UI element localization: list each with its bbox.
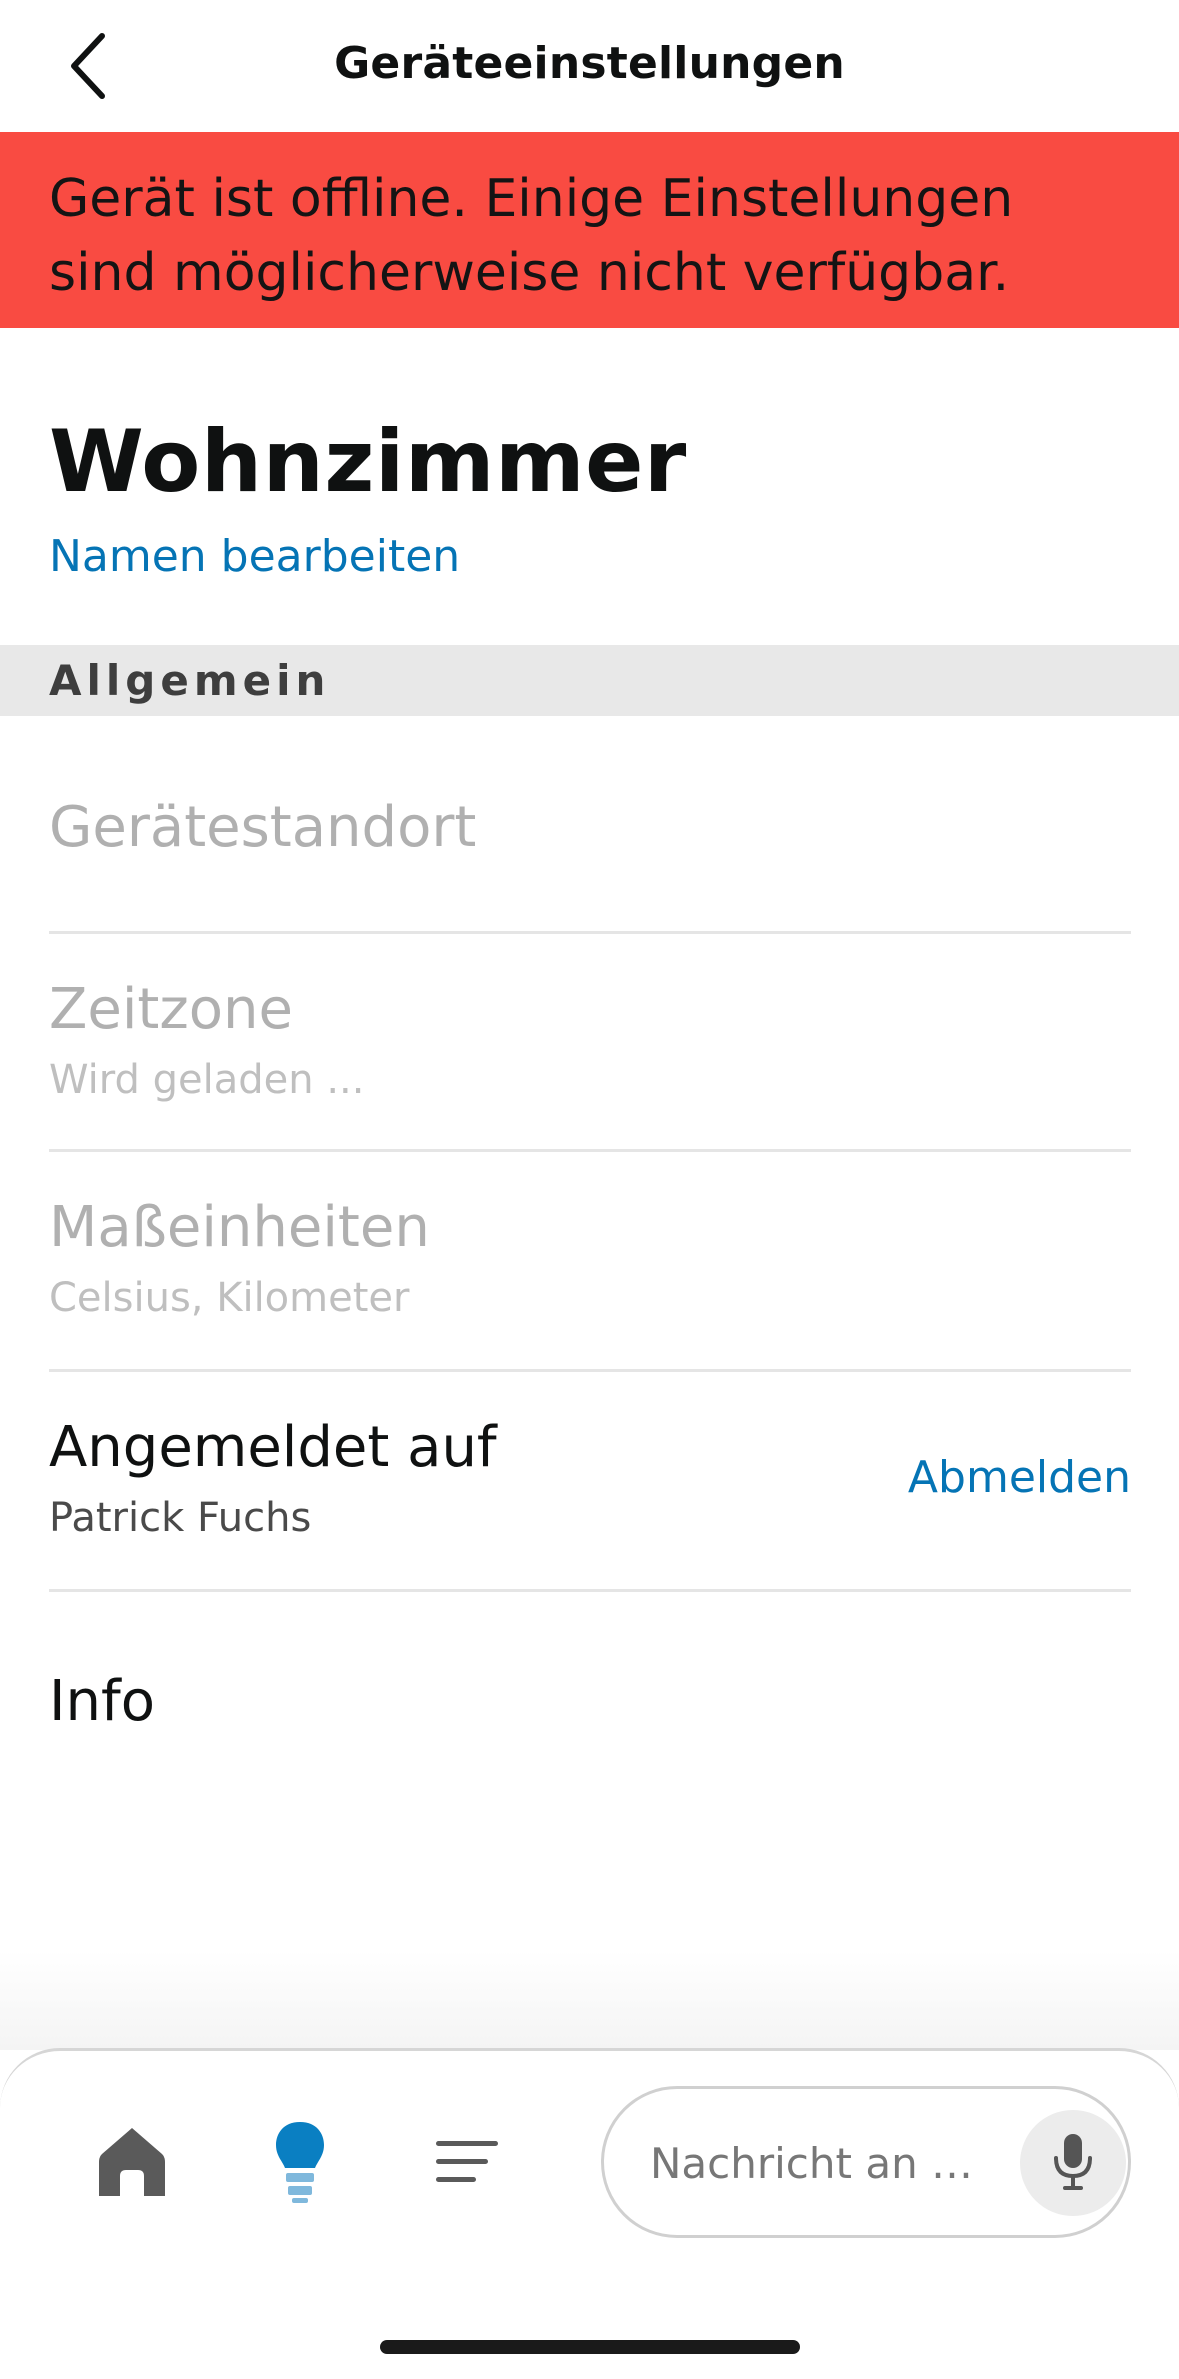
offline-banner: Gerät ist offline. Einige Einstellungen …: [0, 132, 1179, 328]
microphone-button[interactable]: [1020, 2110, 1126, 2216]
device-name: Wohnzimmer: [49, 412, 687, 512]
setting-row-signed-in: Angemeldet auf Patrick Fuchs Abmelden: [49, 1372, 1131, 1592]
setting-row-device-location[interactable]: Gerätestandort: [49, 716, 1131, 934]
setting-row-info[interactable]: Info: [49, 1592, 1131, 1812]
navigation-bar: Geräteeinstellungen: [0, 0, 1179, 132]
message-input[interactable]: Nachricht an A…: [601, 2086, 1131, 2238]
setting-subtitle: Celsius, Kilometer: [49, 1275, 410, 1321]
edit-name-link[interactable]: Namen bearbeiten: [49, 531, 460, 582]
offline-banner-text: Gerät ist offline. Einige Einstellungen …: [49, 169, 1014, 303]
setting-title: Gerätestandort: [49, 795, 477, 860]
section-header-general: Allgemein: [0, 645, 1179, 716]
setting-title: Angemeldet auf: [49, 1415, 497, 1480]
menu-icon: [436, 2141, 498, 2182]
setting-title: Maßeinheiten: [49, 1195, 430, 1260]
setting-title: Zeitzone: [49, 977, 293, 1042]
setting-row-units[interactable]: Maßeinheiten Celsius, Kilometer: [49, 1152, 1131, 1372]
tab-home[interactable]: [82, 2112, 182, 2212]
setting-title: Info: [49, 1669, 155, 1734]
microphone-icon: [1054, 2134, 1092, 2190]
tab-devices[interactable]: [250, 2112, 350, 2212]
setting-subtitle: Wird geladen ...: [49, 1057, 365, 1103]
lightbulb-icon: [276, 2122, 324, 2203]
sign-out-link[interactable]: Abmelden: [908, 1452, 1131, 1503]
setting-row-timezone[interactable]: Zeitzone Wird geladen ...: [49, 934, 1131, 1152]
page-title: Geräteeinstellungen: [334, 38, 845, 89]
home-icon: [99, 2128, 165, 2196]
message-input-placeholder: Nachricht an A…: [650, 2139, 980, 2188]
tab-more[interactable]: [418, 2112, 518, 2212]
home-indicator: [380, 2340, 800, 2354]
bottom-fade: [0, 1950, 1179, 2050]
setting-subtitle: Patrick Fuchs: [49, 1495, 312, 1541]
